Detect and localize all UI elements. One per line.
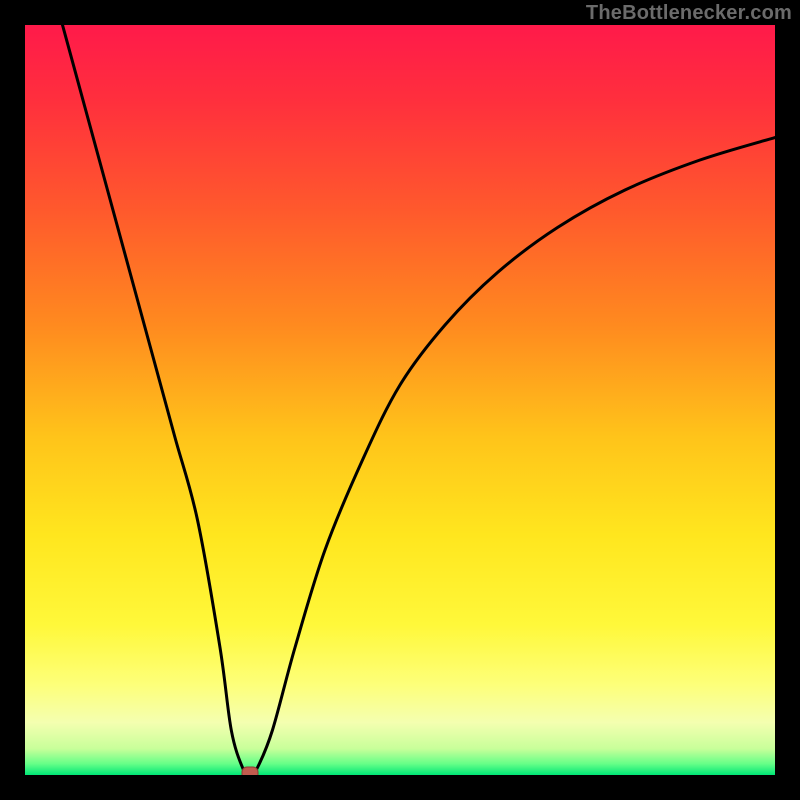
chart-stage: TheBottlenecker.com xyxy=(0,0,800,800)
curve-layer xyxy=(25,25,775,775)
plot-area xyxy=(25,25,775,775)
bottleneck-curve xyxy=(63,25,776,775)
optimal-point-marker xyxy=(242,767,258,775)
attribution-label: TheBottlenecker.com xyxy=(586,2,792,25)
